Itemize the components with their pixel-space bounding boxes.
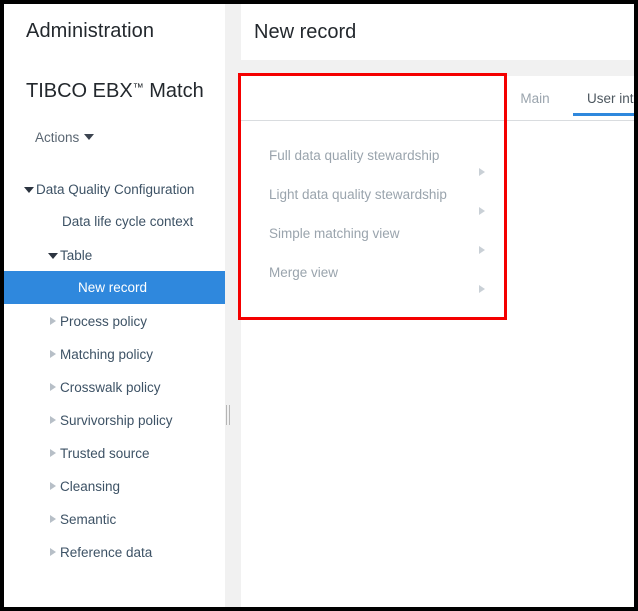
menu-item-label: Light data quality stewardship	[269, 187, 447, 202]
sidebar-item-data-life-cycle-context[interactable]: Data life cycle context	[4, 205, 225, 238]
menu-item-label: Simple matching view	[269, 226, 400, 241]
sidebar-item-label: Reference data	[60, 545, 153, 560]
tab-main-label: Main	[520, 91, 550, 106]
sidebar-splitter[interactable]	[225, 4, 241, 607]
sidebar-item-table[interactable]: Table	[4, 238, 225, 271]
sidebar-item-survivorship-policy[interactable]: Survivorship policy	[4, 403, 225, 436]
menu-item-full-data-quality-stewardship[interactable]: Full data quality stewardship	[241, 136, 634, 176]
resize-grip-icon[interactable]	[225, 405, 233, 425]
content-top-band	[241, 60, 634, 76]
sidebar-item-semantic[interactable]: Semantic	[4, 502, 225, 535]
sidebar-item-trusted-source[interactable]: Trusted source	[4, 436, 225, 469]
tab-bar: Main User interface	[241, 84, 634, 118]
menu-item-simple-matching-view[interactable]: Simple matching view	[241, 214, 634, 254]
sidebar-item-label: Trusted source	[60, 446, 150, 461]
sidebar-item-label: Table	[60, 248, 93, 263]
record-title: New record	[254, 21, 357, 43]
triangle-down-icon[interactable]	[46, 238, 60, 271]
menu-item-label: Full data quality stewardship	[269, 148, 440, 163]
sidebar-item-label: Cleansing	[60, 479, 121, 494]
sidebar-item-label: Process policy	[60, 314, 148, 329]
triangle-right-icon[interactable]	[46, 535, 60, 568]
sidebar-item-process-policy[interactable]: Process policy	[4, 304, 225, 337]
triangle-right-icon[interactable]	[46, 370, 60, 403]
sidebar-item-data-quality-configuration[interactable]: Data Quality Configuration	[4, 172, 225, 205]
product-title: TIBCO EBX™ Match	[26, 80, 204, 103]
sidebar-item-cleansing[interactable]: Cleansing	[4, 469, 225, 502]
tab-user-interface-label: User interface	[586, 91, 634, 106]
sidebar-item-label: Matching policy	[60, 347, 154, 362]
sidebar-item-new-record[interactable]: New record	[4, 271, 225, 304]
product-title-suffix: Match	[143, 80, 204, 102]
triangle-right-icon[interactable]	[46, 502, 60, 535]
sidebar-item-matching-policy[interactable]: Matching policy	[4, 337, 225, 370]
tab-main[interactable]: Main	[506, 84, 564, 116]
page-title: Administration	[26, 20, 155, 42]
tab-divider	[241, 120, 634, 121]
navigation-tree: Data Quality Configuration Data life cyc…	[4, 172, 225, 568]
trademark-icon: ™	[132, 82, 144, 94]
view-menu-list: Full data quality stewardship Light data…	[241, 136, 634, 293]
workspace-panel: Main User interface Full data quality st…	[241, 76, 634, 607]
menu-item-label: Merge view	[269, 265, 339, 280]
sidebar-item-label: Semantic	[60, 512, 117, 527]
sidebar-item-label: Data life cycle context	[62, 214, 194, 229]
sidebar-item-label: Crosswalk policy	[60, 380, 161, 395]
caret-down-icon	[84, 134, 95, 140]
product-title-text: TIBCO EBX	[26, 80, 133, 102]
sidebar-item-label: Survivorship policy	[60, 413, 173, 428]
triangle-right-icon[interactable]	[46, 337, 60, 370]
triangle-right-icon[interactable]	[479, 269, 485, 308]
sidebar: Administration TIBCO EBX™ Match Actions …	[4, 4, 225, 607]
active-tab-indicator	[573, 113, 634, 116]
actions-menu-button[interactable]: Actions	[35, 130, 95, 145]
menu-item-light-data-quality-stewardship[interactable]: Light data quality stewardship	[241, 175, 634, 215]
menu-item-merge-view[interactable]: Merge view	[241, 253, 634, 293]
application-window: Administration TIBCO EBX™ Match Actions …	[4, 4, 634, 607]
sidebar-item-label: Data Quality Configuration	[36, 182, 195, 197]
triangle-down-icon[interactable]	[22, 172, 36, 205]
main-content: New record Main User interface Full data…	[241, 4, 634, 607]
triangle-right-icon[interactable]	[46, 436, 60, 469]
sidebar-item-label: New record	[78, 280, 148, 295]
tab-user-interface[interactable]: User interface	[573, 84, 634, 116]
triangle-right-icon[interactable]	[46, 304, 60, 337]
actions-menu-label: Actions	[35, 130, 80, 145]
sidebar-item-reference-data[interactable]: Reference data	[4, 535, 225, 568]
triangle-right-icon[interactable]	[46, 469, 60, 502]
sidebar-item-crosswalk-policy[interactable]: Crosswalk policy	[4, 370, 225, 403]
triangle-right-icon[interactable]	[46, 403, 60, 436]
